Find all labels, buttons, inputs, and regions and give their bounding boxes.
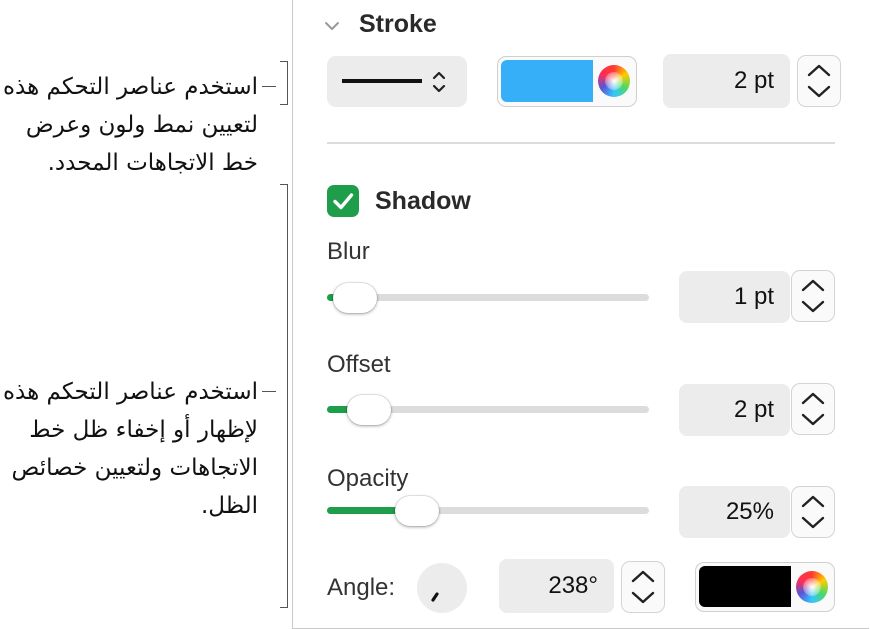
opacity-slider-knob[interactable] [394, 496, 439, 526]
color-wheel-icon[interactable] [598, 65, 630, 97]
stroke-width-stepper[interactable] [797, 55, 841, 107]
section-divider [327, 142, 835, 144]
opacity-stepper[interactable] [791, 486, 835, 538]
blur-slider-knob[interactable] [333, 283, 378, 313]
shadow-checkbox-label: Shadow [375, 187, 471, 215]
shadow-color-swatch [699, 566, 791, 607]
shadow-callout-bracket [280, 184, 288, 608]
checkmark-icon [333, 193, 354, 210]
stepper-up-arrow-icon [807, 64, 831, 77]
angle-dial[interactable] [417, 563, 467, 613]
shadow-callout-text: استخدم عناصر التحكم هذه لإظهار أو إخفاء … [2, 379, 258, 519]
angle-dial-indicator-icon [431, 592, 439, 602]
line-style-popup[interactable] [327, 56, 467, 107]
shadow-checkbox[interactable] [327, 185, 359, 217]
line-style-preview [342, 79, 422, 83]
stroke-callout-text: استخدم عناصر التحكم هذه لتعيين نمط ولون … [2, 74, 258, 176]
popup-updown-chevron-icon [431, 68, 447, 101]
shadow-color-well[interactable] [695, 562, 835, 612]
offset-stepper[interactable] [791, 383, 835, 435]
offset-slider-knob[interactable] [347, 395, 392, 425]
stepper-down-arrow-icon [807, 85, 831, 98]
opacity-value-field[interactable]: 25% [679, 486, 790, 538]
offset-label: Offset [327, 351, 391, 378]
shadow-callout-tick [262, 391, 276, 392]
blur-label: Blur [327, 238, 370, 265]
blur-stepper[interactable] [791, 270, 835, 322]
angle-value-field[interactable]: 238° [499, 559, 614, 613]
format-inspector-panel: Stroke 2 pt Shadow Blur 1 pt Offset 2 pt… [292, 0, 869, 629]
color-wheel-icon[interactable] [796, 571, 828, 603]
stroke-color-swatch [501, 60, 593, 102]
stroke-disclosure-chevron-icon[interactable] [321, 16, 343, 36]
angle-label: Angle: [327, 574, 396, 601]
blur-value-field[interactable]: 1 pt [679, 271, 790, 323]
stroke-section-title: Stroke [359, 10, 437, 38]
stroke-callout-tick [262, 86, 276, 87]
stroke-callout-bracket [280, 61, 288, 105]
stroke-color-well[interactable] [497, 56, 637, 107]
offset-value-field[interactable]: 2 pt [679, 384, 790, 436]
angle-stepper[interactable] [621, 561, 665, 613]
stroke-width-field[interactable]: 2 pt [663, 54, 790, 108]
opacity-label: Opacity [327, 465, 409, 492]
